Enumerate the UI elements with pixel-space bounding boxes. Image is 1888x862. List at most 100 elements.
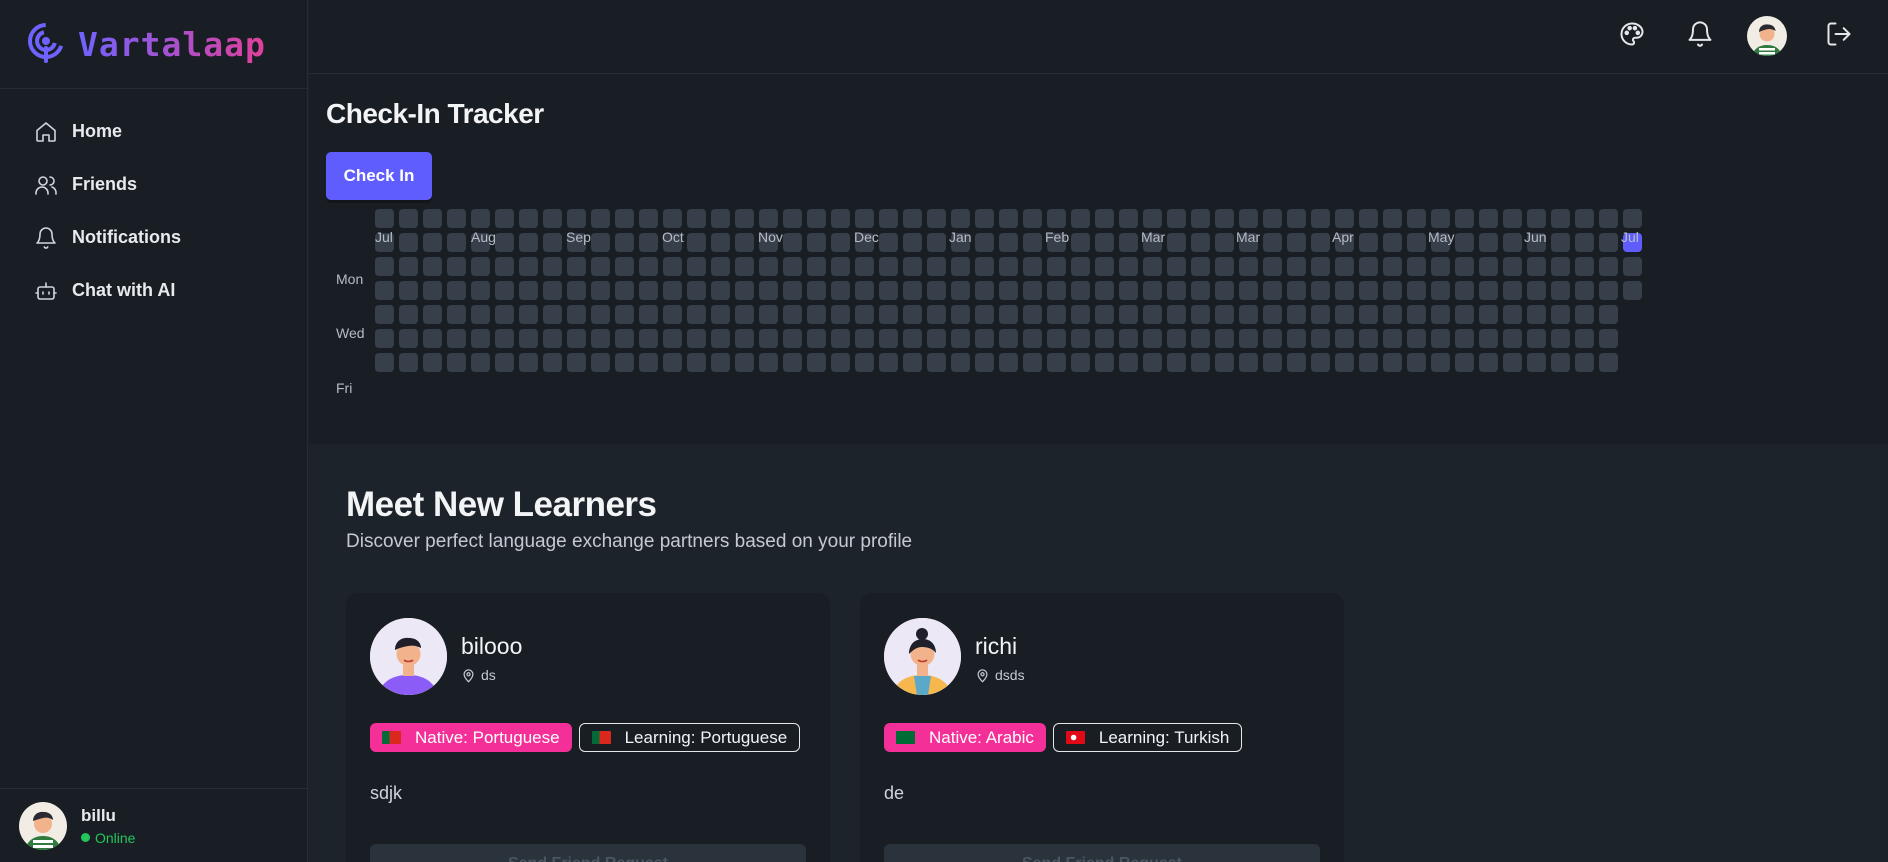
heatmap-cell: [759, 209, 778, 228]
heatmap-cell: [663, 305, 682, 324]
month-label: Feb: [1045, 229, 1070, 245]
heatmap-cell: [1119, 281, 1138, 300]
send-friend-request-button[interactable]: Send Friend Request: [884, 844, 1320, 862]
heatmap-cell: [1095, 233, 1114, 252]
heatmap-cell: [711, 281, 730, 300]
heatmap-cell: [1191, 209, 1210, 228]
heatmap-cell: [423, 353, 442, 372]
heatmap-cell: [831, 233, 850, 252]
heatmap-cell: [1551, 281, 1570, 300]
heatmap-cell: [1023, 233, 1042, 252]
app-logo[interactable]: Vartalaap: [0, 0, 307, 89]
avatar: [19, 801, 67, 850]
heatmap-cell: [615, 233, 634, 252]
heatmap-cell: [375, 281, 394, 300]
heatmap-cell: [855, 257, 874, 276]
heatmap-cell: [1575, 281, 1594, 300]
heatmap-cell: [1167, 209, 1186, 228]
heatmap-cell: [1071, 257, 1090, 276]
logout-icon[interactable]: [1825, 20, 1853, 48]
heatmap-cell: [687, 329, 706, 348]
heatmap-cell: [1263, 209, 1282, 228]
sidebar-item-chat-with-ai[interactable]: Chat with AI: [0, 264, 307, 317]
heatmap-cell: [975, 281, 994, 300]
heatmap-cell: [639, 209, 658, 228]
heatmap-cell: [1095, 281, 1114, 300]
heatmap-cell: [471, 353, 490, 372]
heatmap-cell: [639, 281, 658, 300]
heatmap-cell: [687, 257, 706, 276]
heatmap-cell: [1071, 305, 1090, 324]
heatmap-cell: [591, 353, 610, 372]
user-status: Online: [81, 830, 135, 846]
heatmap-cell: [879, 281, 898, 300]
heatmap-cell: [1599, 353, 1618, 372]
heatmap-cell: [591, 329, 610, 348]
heatmap-cell: [975, 305, 994, 324]
month-label: Sep: [566, 229, 591, 245]
heatmap-cell: [615, 281, 634, 300]
heatmap-cell: [855, 353, 874, 372]
heatmap-cell: [1047, 353, 1066, 372]
heatmap-cell: [783, 305, 802, 324]
bell-icon[interactable]: [1686, 20, 1714, 48]
heatmap-cell: [1551, 353, 1570, 372]
sidebar-item-label: Notifications: [72, 227, 182, 247]
heatmap-cell: [447, 305, 466, 324]
heatmap-cell: [663, 257, 682, 276]
heatmap-cell: [543, 329, 562, 348]
heatmap-cell: [1095, 305, 1114, 324]
heatmap-cell: [1479, 233, 1498, 252]
heatmap-cell: [399, 329, 418, 348]
learning-language-badge: Learning: Portuguese: [578, 723, 801, 752]
heatmap-cell: [663, 209, 682, 228]
home-icon: [36, 121, 56, 142]
heatmap-cell: [447, 233, 466, 252]
month-label: Mar: [1141, 229, 1166, 245]
heatmap-cell: [879, 257, 898, 276]
heatmap-cell: [1575, 329, 1594, 348]
sidebar-item-home[interactable]: Home: [0, 105, 307, 158]
heatmap-cell: [783, 257, 802, 276]
heatmap-cell: [447, 257, 466, 276]
heatmap-cell: [735, 353, 754, 372]
heatmap-cell: [1191, 233, 1210, 252]
heatmap-cell: [1239, 281, 1258, 300]
heatmap-cell: [543, 305, 562, 324]
heatmap-cell: [1287, 305, 1306, 324]
learning-language-label: Learning: Turkish: [1098, 727, 1230, 747]
heatmap-cell: [1383, 257, 1402, 276]
heatmap-cell: [495, 257, 514, 276]
palette-icon[interactable]: [1618, 20, 1646, 48]
heatmap-cell: [1191, 305, 1210, 324]
heatmap-cell: [1191, 281, 1210, 300]
heatmap-cell: [399, 353, 418, 372]
avatar[interactable]: [1747, 16, 1787, 56]
sidebar-item-friends[interactable]: Friends: [0, 158, 307, 211]
heatmap-cell: [423, 281, 442, 300]
heatmap-cell: [495, 329, 514, 348]
learner-card: bilooo ds Native: Portuguese Learning: P…: [346, 593, 830, 862]
heatmap-cell: [615, 305, 634, 324]
heatmap-cell: [1407, 353, 1426, 372]
heatmap-cell: [1239, 353, 1258, 372]
heatmap-cell: [687, 209, 706, 228]
heatmap-cell: [1023, 305, 1042, 324]
heatmap-cell: [831, 281, 850, 300]
learner-bio: sdjk: [370, 783, 403, 803]
sidebar-item-label: Home: [72, 121, 123, 141]
heatmap-cell: [1311, 209, 1330, 228]
heatmap-cell: [1527, 305, 1546, 324]
sidebar-user-profile[interactable]: billu Online: [0, 788, 308, 862]
heatmap-cell: [759, 257, 778, 276]
heatmap-cell: [999, 209, 1018, 228]
send-friend-request-button[interactable]: Send Friend Request: [370, 844, 806, 862]
map-pin-icon: [463, 668, 474, 682]
bell-icon: [36, 226, 56, 249]
heatmap-cell: [1287, 281, 1306, 300]
heatmap-cell: [375, 305, 394, 324]
sidebar-item-notifications[interactable]: Notifications: [0, 211, 307, 264]
heatmap-cell: [1455, 233, 1474, 252]
heatmap-cell: [1311, 281, 1330, 300]
heatmap-cell: [471, 209, 490, 228]
